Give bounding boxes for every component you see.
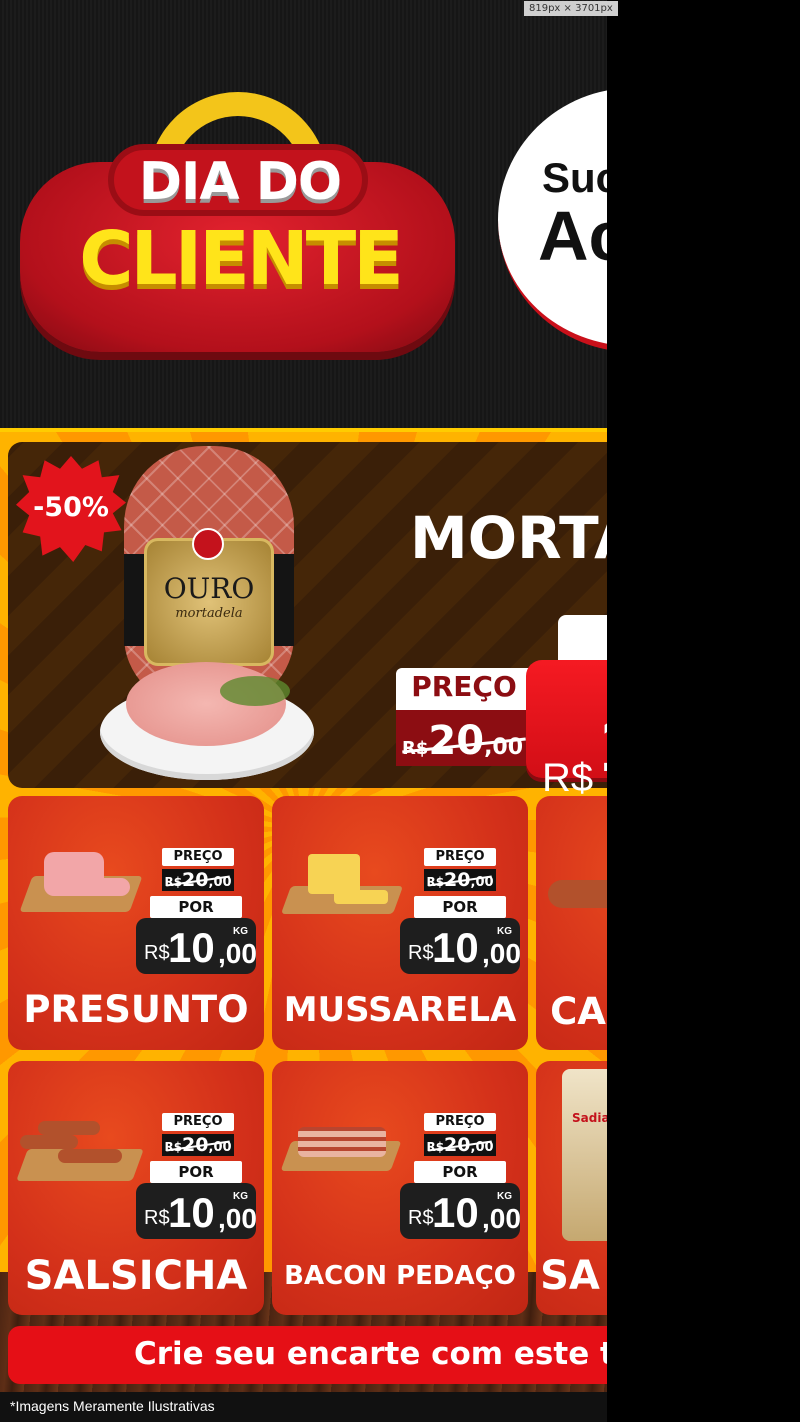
dia-do-cliente-logo: DIA DO CLIENTE (20, 92, 460, 354)
product-name: BACON PEDAÇO (284, 1261, 516, 1291)
featured-old-price: R$20,00 (396, 710, 532, 766)
unit-label: KG (233, 926, 248, 937)
product-name: MUSSARELA (283, 990, 517, 1030)
new-price: R$ 10,00 KG (136, 918, 257, 974)
new-currency: R$ (408, 1207, 434, 1229)
discount-text: -50% (33, 492, 109, 523)
new-int: 10 (432, 924, 479, 971)
sausage-image (58, 1149, 122, 1163)
unit-label: KG (233, 1191, 248, 1202)
flyer-header: DIA DO CLIENTE Suc Ac (0, 0, 607, 428)
cta-text: Crie seu encarte com este te (134, 1336, 607, 1372)
discount-burst: -50% (16, 456, 126, 562)
featured-new-price: R$1 (526, 660, 607, 800)
new-currency: R$ (542, 756, 594, 800)
old-int: 20 (428, 718, 485, 764)
product-card-partial-2: Sadia SA (536, 1061, 607, 1315)
preco-label: PREÇO (162, 1113, 234, 1131)
product-card-mussarela: PREÇO R$20,00 POR R$10,00KG MUSSARELA (272, 796, 528, 1050)
featured-preco-label: PREÇO (411, 670, 517, 703)
outer-background (607, 0, 800, 1422)
preco-label: PREÇO (424, 848, 496, 866)
salami-package-image (562, 1069, 607, 1241)
featured-product-name: MORTA (410, 504, 607, 572)
old-price: R$20,00 (424, 1134, 496, 1156)
new-price: R$ 10,00 KG (136, 1183, 257, 1239)
logo-text-line1: DIA DO (138, 152, 342, 212)
old-price: R$20,00 (424, 869, 496, 891)
por-label: POR (414, 1161, 506, 1183)
sausage-image (548, 880, 607, 908)
ham-slices (78, 878, 130, 896)
package-brand: OURO (163, 572, 255, 605)
bacon-image (298, 1127, 386, 1157)
product-name: PRESUNTO (23, 988, 249, 1031)
por-label: POR (150, 896, 242, 918)
cta-banner[interactable]: Crie seu encarte com este te (8, 1326, 607, 1384)
featured-preco-label-box: PREÇO (396, 668, 532, 710)
logo-text-line2: CLIENTE (79, 216, 404, 302)
flyer-viewport: DIA DO CLIENTE Suc Ac OURO mortadela -50… (0, 0, 607, 1422)
new-currency: R$ (408, 942, 434, 964)
new-int: 10 (168, 924, 215, 971)
old-price: R$20,00 (162, 1134, 234, 1156)
package-sub: mortadela (175, 606, 243, 621)
herb-garnish (220, 676, 290, 706)
cheese-slices (334, 890, 388, 904)
new-int: 10 (168, 1189, 215, 1236)
circle-text-line2: Ac (538, 197, 607, 275)
unit-label: KG (497, 1191, 512, 1202)
preco-label: PREÇO (424, 1113, 496, 1131)
new-dec: ,00 (218, 938, 257, 969)
por-label: POR (414, 896, 506, 918)
new-currency: R$ (144, 942, 170, 964)
disclaimer-text: *Imagens Meramente Ilustrativas (10, 1398, 215, 1414)
disclaimer-bar: *Imagens Meramente Ilustrativas (0, 1392, 607, 1422)
new-currency: R$ (144, 1207, 170, 1229)
new-int: 10 (432, 1189, 479, 1236)
mortadela-image: OURO mortadela (100, 446, 320, 782)
por-label: POR (150, 1161, 242, 1183)
preco-label: PREÇO (162, 848, 234, 866)
new-dec: ,00 (218, 1203, 257, 1234)
circle-text-line1: Suc (542, 154, 607, 201)
header-circle-badge: Suc Ac (498, 88, 607, 352)
new-dec: ,00 (482, 1203, 521, 1234)
product-name: SA (540, 1253, 600, 1299)
product-card-presunto: PREÇO R$20,00 POR R$10,00KG PRESUNTO (8, 796, 264, 1050)
new-dec: ,00 (482, 938, 521, 969)
product-card-bacon: PREÇO R$20,00 POR R$10,00KG BACON PEDAÇO (272, 1061, 528, 1315)
old-price: R$20,00 (162, 869, 234, 891)
product-name: SALSICHA (24, 1253, 248, 1299)
product-name: CA (550, 990, 606, 1033)
product-card-partial-1: CA (536, 796, 607, 1050)
dimension-badge: 819px × 3701px (524, 1, 618, 16)
cheese-image (308, 854, 360, 894)
brand-logo-icon (192, 528, 224, 560)
new-int: 1 (599, 699, 607, 788)
product-card-salsicha: PREÇO R$20,00 POR R$10,00KG SALSICHA (8, 1061, 264, 1315)
sausage-image (20, 1135, 78, 1149)
sausage-image (38, 1121, 100, 1135)
unit-label: KG (497, 926, 512, 937)
new-price: R$ 10,00 KG (400, 1183, 521, 1239)
new-price: R$ 10,00 KG (400, 918, 521, 974)
package-brand: Sadia (572, 1111, 607, 1125)
